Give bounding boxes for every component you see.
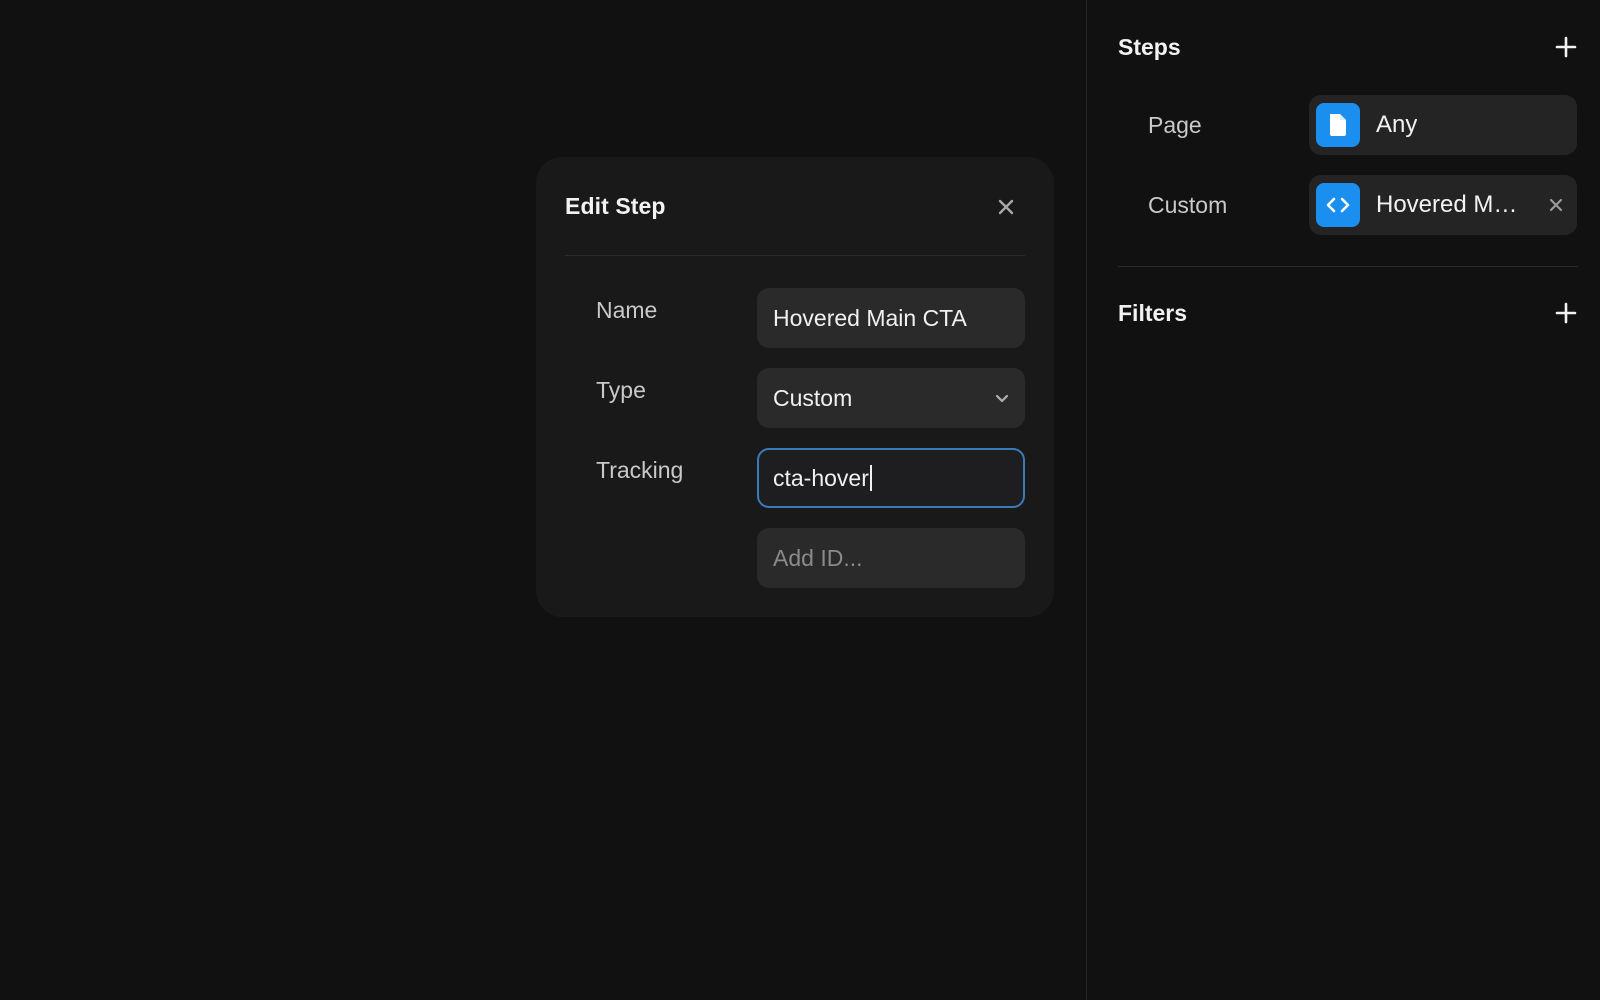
close-icon [1549, 198, 1563, 212]
file-icon [1316, 103, 1360, 147]
add-step-button[interactable] [1553, 34, 1579, 60]
add-id-input[interactable] [773, 544, 1025, 572]
step-label-custom: Custom [1148, 192, 1228, 218]
tracking-value: cta-hover [773, 464, 869, 491]
close-icon [998, 199, 1014, 215]
name-label: Name [596, 297, 658, 323]
add-id-field[interactable] [757, 528, 1025, 588]
name-field[interactable]: Hovered Main CTA [757, 288, 1025, 348]
filters-title: Filters [1118, 300, 1188, 326]
text-caret [869, 465, 872, 491]
step-pill-custom[interactable]: Hovered Main CTA [1309, 175, 1577, 235]
close-button[interactable] [992, 193, 1020, 221]
name-value: Hovered Main CTA [773, 304, 967, 331]
type-value: Custom [773, 384, 853, 411]
type-select[interactable]: Custom [757, 368, 1025, 428]
step-label-page: Page [1148, 112, 1202, 138]
plus-icon [1555, 36, 1577, 58]
tracking-input[interactable]: cta-hover [757, 448, 1025, 508]
step-value-custom: Hovered Main CTA [1376, 191, 1526, 218]
code-icon [1316, 183, 1360, 227]
step-pill-page[interactable]: Any [1309, 95, 1577, 155]
panel-divider [1118, 266, 1578, 267]
steps-title: Steps [1118, 34, 1181, 60]
step-value-page: Any [1376, 111, 1418, 138]
canvas-area: Edit Step Name Hovered Main CTA Type Cus… [0, 0, 1086, 1000]
right-panel: Steps Page Any Custom Hovered Main CTA [1086, 0, 1600, 1000]
modal-title: Edit Step [565, 193, 666, 219]
chevron-down-icon [995, 394, 1009, 403]
modal-divider [565, 255, 1025, 256]
type-label: Type [596, 377, 646, 403]
add-filter-button[interactable] [1553, 300, 1579, 326]
remove-step-button[interactable] [1547, 196, 1565, 214]
plus-icon [1555, 302, 1577, 324]
tracking-label: Tracking [596, 457, 684, 483]
edit-step-modal: Edit Step Name Hovered Main CTA Type Cus… [536, 157, 1054, 617]
